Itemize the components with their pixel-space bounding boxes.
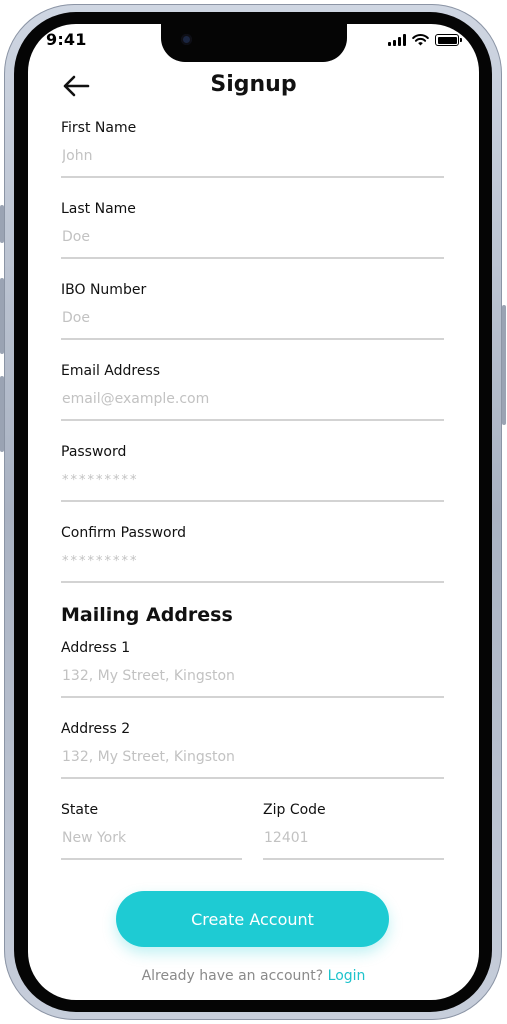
address-2-field: Address 2 — [61, 721, 444, 779]
login-prompt: Already have an account? Login — [28, 968, 479, 984]
zip-code-field: Zip Code — [263, 802, 444, 860]
password-label: Password — [61, 444, 127, 460]
notch — [161, 24, 347, 62]
divider — [263, 858, 444, 860]
divider — [61, 696, 444, 698]
divider — [61, 581, 444, 583]
side-button — [502, 305, 506, 425]
address-1-input[interactable] — [61, 666, 444, 686]
ibo-number-label: IBO Number — [61, 282, 147, 298]
confirm-password-field: Confirm Password — [61, 525, 444, 583]
divider — [61, 858, 242, 860]
email-label: Email Address — [61, 363, 161, 379]
side-button — [0, 376, 4, 452]
first-name-label: First Name — [61, 120, 137, 136]
last-name-label: Last Name — [61, 201, 136, 217]
camera-icon — [181, 34, 192, 45]
first-name-input[interactable] — [61, 146, 444, 166]
ibo-number-field: IBO Number — [61, 282, 444, 340]
create-account-button[interactable]: Create Account — [116, 891, 389, 947]
side-button — [0, 278, 4, 354]
page-title: Signup — [210, 72, 297, 97]
email-input[interactable] — [61, 389, 444, 409]
address-2-label: Address 2 — [61, 721, 131, 737]
zip-code-input[interactable] — [263, 828, 444, 848]
divider — [61, 419, 444, 421]
email-field: Email Address — [61, 363, 444, 421]
side-button — [0, 205, 4, 243]
zip-code-label: Zip Code — [263, 802, 326, 818]
password-input[interactable] — [61, 470, 444, 490]
login-link[interactable]: Login — [328, 968, 366, 984]
password-field: Password — [61, 444, 444, 502]
status-time: 9:41 — [46, 30, 87, 49]
confirm-password-label: Confirm Password — [61, 525, 187, 541]
cellular-signal-icon — [388, 34, 406, 46]
divider — [61, 338, 444, 340]
last-name-input[interactable] — [61, 227, 444, 247]
status-icons — [388, 34, 462, 46]
first-name-field: First Name — [61, 120, 444, 178]
address-2-input[interactable] — [61, 747, 444, 767]
divider — [61, 500, 444, 502]
mailing-address-heading: Mailing Address — [61, 604, 233, 626]
battery-icon — [435, 34, 462, 46]
ibo-number-input[interactable] — [61, 308, 444, 328]
divider — [61, 777, 444, 779]
login-prompt-text: Already have an account? — [141, 968, 324, 984]
address-1-label: Address 1 — [61, 640, 131, 656]
state-input[interactable] — [61, 828, 242, 848]
divider — [61, 257, 444, 259]
app-screen: 9:41 Signup First Name Last Name IBO Num… — [28, 24, 479, 1000]
divider — [61, 176, 444, 178]
confirm-password-input[interactable] — [61, 551, 444, 571]
address-1-field: Address 1 — [61, 640, 444, 698]
state-label: State — [61, 802, 99, 818]
state-field: State — [61, 802, 242, 860]
last-name-field: Last Name — [61, 201, 444, 259]
wifi-icon — [412, 34, 429, 46]
